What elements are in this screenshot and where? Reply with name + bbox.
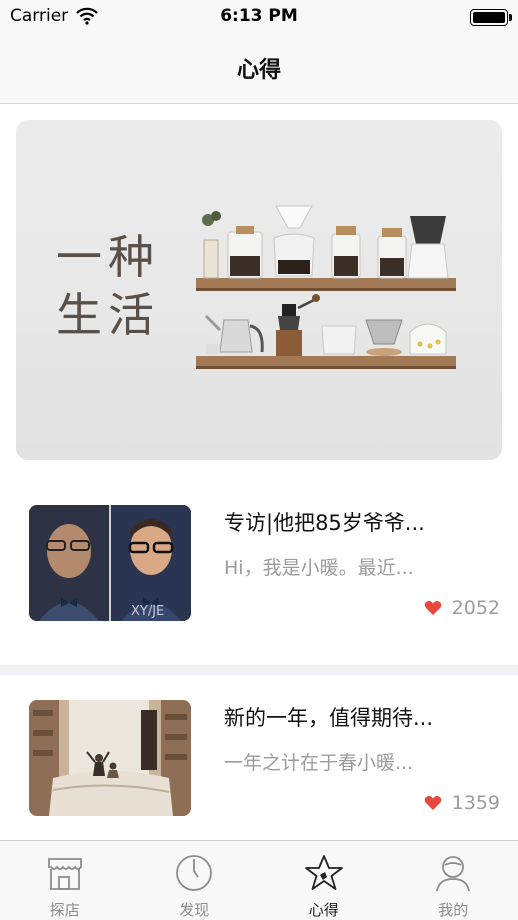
- article-summary: 一年之计在于春小暖...: [224, 752, 414, 774]
- tab-label: 我的: [438, 901, 469, 919]
- status-bar: Carrier 6:13 PM: [0, 0, 518, 34]
- article-summary: Hi，我是小暖。最近...: [224, 557, 414, 579]
- article-card[interactable]: XY/JE 专访|他把85岁爷爷... Hi，我是小暖。最近... 2052: [0, 505, 518, 665]
- tab-insights[interactable]: 心得: [259, 841, 389, 920]
- page-title: 心得: [236, 58, 281, 83]
- tab-discover[interactable]: 发现: [130, 841, 260, 920]
- star-icon: [304, 855, 343, 890]
- tab-label: 心得: [308, 901, 339, 919]
- like-stat[interactable]: 2052: [424, 597, 500, 619]
- like-count: 2052: [451, 597, 500, 619]
- article-thumbnail[interactable]: [29, 700, 191, 816]
- article-card[interactable]: 新的一年，值得期待... 一年之计在于春小暖... 1359: [0, 700, 518, 860]
- storefront-icon: [47, 858, 82, 890]
- profile-icon: [436, 856, 471, 892]
- section-divider: [0, 665, 518, 675]
- navigation-bar: 心得: [0, 34, 518, 104]
- tab-label: 探店: [49, 901, 80, 919]
- like-count: 1359: [451, 792, 500, 814]
- tab-label: 发现: [179, 901, 210, 919]
- tab-explore-shops[interactable]: 探店: [0, 841, 130, 920]
- article-thumbnail[interactable]: XY/JE: [29, 505, 191, 621]
- compass-icon: [176, 855, 213, 891]
- tab-bar: 探店 发现 心得 我的: [0, 840, 518, 920]
- like-stat[interactable]: 1359: [424, 792, 500, 814]
- shelf-illustration: [196, 205, 456, 369]
- article-title: 专访|他把85岁爷爷...: [224, 511, 425, 535]
- banner-image[interactable]: 一种 生活: [16, 120, 502, 460]
- article-title: 新的一年，值得期待...: [224, 706, 434, 730]
- thumbnail-watermark: XY/JE: [131, 604, 164, 619]
- battery-icon: [470, 9, 512, 26]
- clock: 6:13 PM: [220, 6, 298, 26]
- tab-profile[interactable]: 我的: [389, 841, 518, 920]
- heart-icon[interactable]: [424, 795, 442, 811]
- heart-icon[interactable]: [424, 600, 442, 616]
